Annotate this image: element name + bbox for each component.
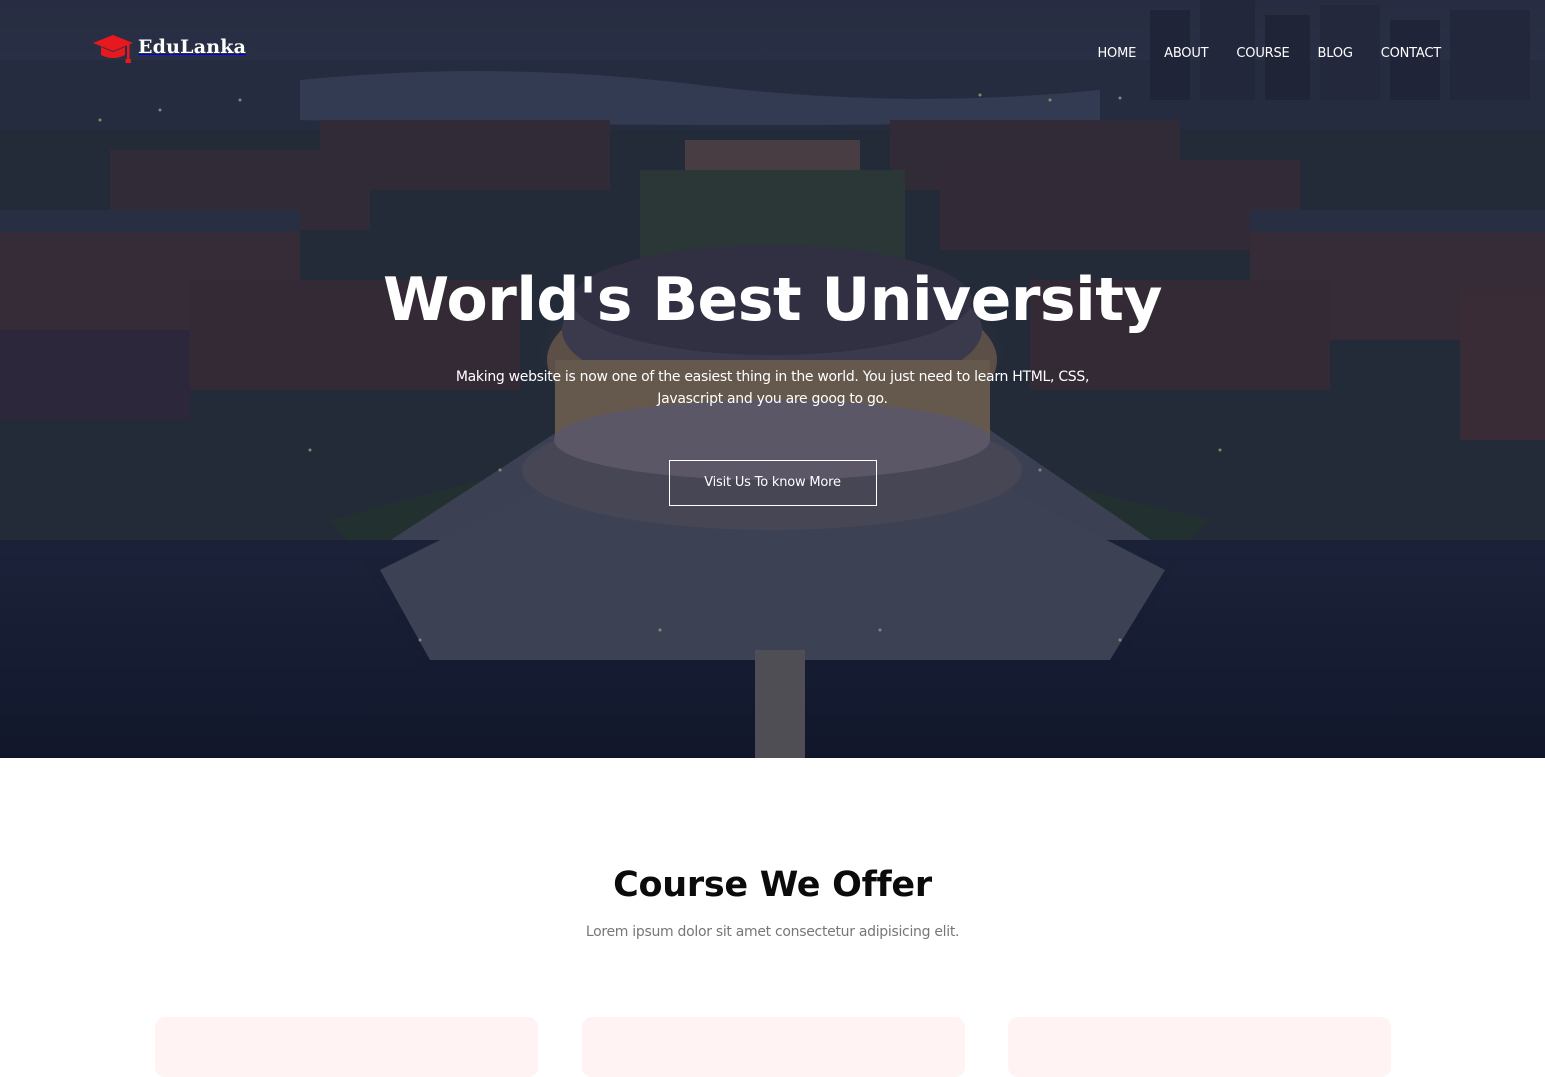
- nav-menu: HOME ABOUT COURSE BLOG CONTACT: [1097, 42, 1441, 61]
- hero-content: World's Best University Making website i…: [0, 262, 1545, 506]
- nav-home-link[interactable]: HOME: [1097, 46, 1136, 61]
- nav-blog-link[interactable]: BLOG: [1318, 46, 1353, 61]
- courses-title: Course We Offer: [613, 865, 932, 905]
- course-card[interactable]: [1008, 1017, 1391, 1077]
- graduation-cap-icon: [93, 35, 133, 63]
- hero-subtitle: Making website is now one of the easiest…: [455, 369, 1090, 407]
- brand-name: EduLanka: [138, 36, 247, 58]
- courses-subtitle: Lorem ipsum dolor sit amet consectetur a…: [585, 924, 960, 940]
- hero-section: EduLanka HOME ABOUT COURSE BLOG CONTACT …: [0, 0, 1545, 758]
- navbar: EduLanka HOME ABOUT COURSE BLOG CONTACT: [0, 0, 1545, 100]
- visit-us-button[interactable]: Visit Us To know More: [668, 460, 877, 506]
- nav-course-link[interactable]: COURSE: [1236, 46, 1289, 61]
- course-cards: [155, 1017, 1391, 1077]
- hero-title: World's Best University: [382, 265, 1163, 335]
- courses-section: Course We Offer Lorem ipsum dolor sit am…: [0, 758, 1545, 1077]
- nav-contact-link[interactable]: CONTACT: [1381, 46, 1441, 61]
- course-card[interactable]: [581, 1017, 965, 1077]
- course-card[interactable]: [155, 1017, 538, 1077]
- nav-about-link[interactable]: ABOUT: [1164, 46, 1208, 61]
- site-logo[interactable]: EduLanka: [92, 30, 246, 66]
